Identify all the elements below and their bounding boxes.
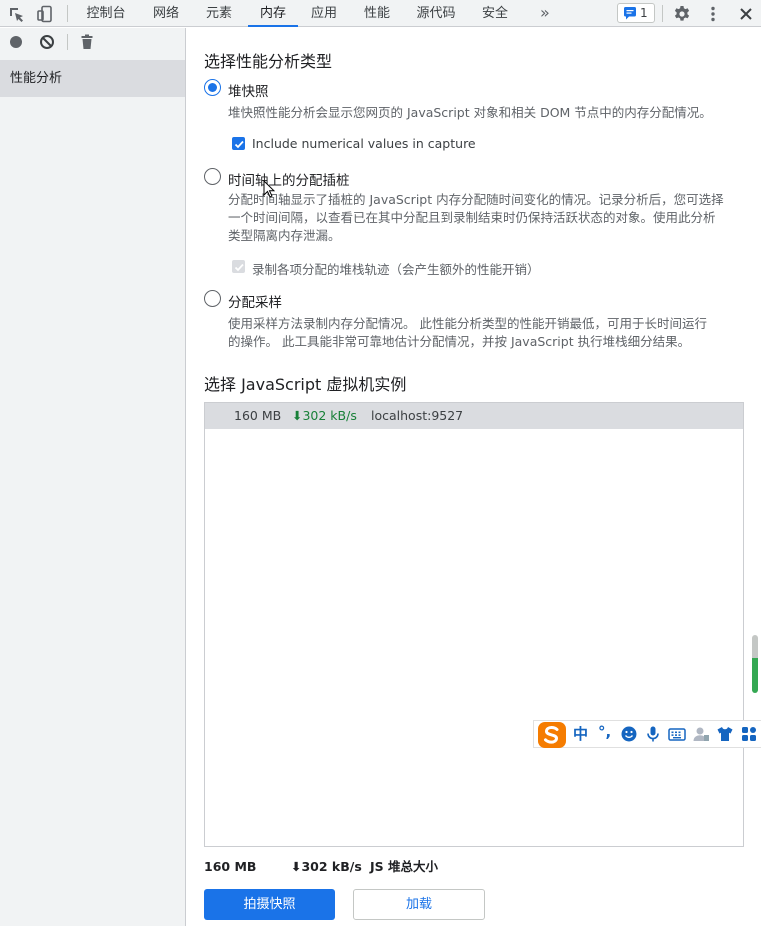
issues-counter-button[interactable]: 1 (617, 3, 655, 23)
tab-elements[interactable]: 元素 (203, 0, 235, 27)
emoji-icon[interactable] (620, 725, 638, 743)
issue-message-icon (623, 6, 637, 24)
vm-target-name: localhost:9527 (371, 408, 464, 423)
total-heap-label: JS 堆总大小 (370, 859, 439, 874)
allocation-instrumentation-label: 时间轴上的分配插桩 (228, 173, 350, 189)
heap-total-stats: 160 MB ⬇302 kB/s JS 堆总大小 (187, 856, 761, 878)
sidebar-toolbar (0, 28, 185, 56)
skin-shirt-icon[interactable] (716, 725, 734, 743)
tab-performance[interactable]: 性能 (361, 0, 393, 27)
toolbar-divider (67, 5, 68, 22)
allocation-instrumentation-description: 分配时间轴显示了插桩的 JavaScript 内存分配随时间变化的情况。记录分析… (228, 191, 748, 245)
description-line: 的操作。 此工具能非常可靠地估计分配情况，并按 JavaScript 执行堆栈细… (228, 334, 691, 349)
include-numerical-values-checkbox[interactable] (232, 137, 245, 150)
toolbar-divider (67, 34, 68, 50)
total-heap-rate: ⬇302 kB/s (291, 859, 362, 874)
settings-gear-icon[interactable] (672, 4, 692, 24)
record-stack-traces-label: 录制各项分配的堆栈轨迹（会产生额外的性能开销） (252, 262, 540, 277)
profiles-sidebar: 性能分析 (0, 28, 186, 926)
tab-sources[interactable]: 源代码 (414, 0, 458, 27)
allocation-sampling-description: 使用采样方法录制内存分配情况。 此性能分析类型的性能开销最低，可用于长时间运行 … (228, 315, 748, 351)
radio-allocation-instrumentation[interactable] (204, 168, 221, 185)
sogou-logo-icon[interactable] (536, 721, 568, 753)
tab-console[interactable]: 控制台 (84, 0, 128, 27)
toolbar-divider (662, 5, 663, 22)
ime-toolbar: 中 °, (533, 720, 761, 748)
vm-instance-heading: 选择 JavaScript 虚拟机实例 (204, 375, 407, 394)
total-heap-size: 160 MB (204, 859, 257, 874)
clear-all-profiles-icon[interactable] (38, 33, 56, 55)
description-line: 使用采样方法录制内存分配情况。 此性能分析类型的性能开销最低，可用于长时间运行 (228, 316, 707, 331)
voice-input-microphone-icon[interactable] (644, 725, 662, 743)
radio-heap-snapshot[interactable] (204, 79, 221, 96)
mouse-cursor-icon (263, 179, 276, 198)
heap-snapshot-description: 堆快照性能分析会显示您网页的 JavaScript 对象和相关 DOM 节点中的… (228, 105, 712, 120)
record-icon[interactable] (7, 33, 25, 55)
user-account-icon[interactable] (692, 725, 710, 743)
close-devtools-icon[interactable] (736, 4, 756, 24)
load-button[interactable]: 加载 (353, 889, 485, 920)
profile-type-heading: 选择性能分析类型 (204, 52, 333, 71)
collect-garbage-trash-icon[interactable] (78, 33, 96, 55)
vm-heap-size: 160 MB (234, 408, 282, 423)
vm-instance-row[interactable]: 160 MB ⬇302 kB/s localhost:9527 (205, 403, 743, 429)
take-snapshot-button[interactable]: 拍摄快照 (204, 889, 335, 920)
heap-snapshot-label: 堆快照 (228, 84, 269, 100)
device-toolbar-icon[interactable] (35, 4, 55, 24)
tab-memory[interactable]: 内存 (248, 0, 298, 27)
toolbox-grid-icon[interactable] (740, 725, 758, 743)
vm-heap-rate: ⬇302 kB/s (292, 408, 357, 423)
ime-punctuation-toggle[interactable]: °, (598, 722, 611, 742)
ime-language-toggle[interactable]: 中 (573, 724, 588, 744)
description-line: 分配时间轴显示了插桩的 JavaScript 内存分配随时间变化的情况。记录分析… (228, 192, 724, 207)
description-line: 类型隔离内存泄漏。 (228, 228, 341, 243)
radio-allocation-sampling[interactable] (204, 290, 221, 307)
vm-instance-list: 160 MB ⬇302 kB/s localhost:9527 (204, 402, 744, 847)
more-tabs-chevron-icon[interactable]: » (540, 3, 554, 23)
inspect-element-icon[interactable] (6, 4, 26, 24)
record-stack-traces-checkbox (232, 260, 245, 273)
issues-count: 1 (640, 6, 648, 20)
tab-security[interactable]: 安全 (479, 0, 511, 27)
memory-profile-launcher: 选择性能分析类型 堆快照 堆快照性能分析会显示您网页的 JavaScript 对… (187, 28, 761, 926)
allocation-sampling-label: 分配采样 (228, 295, 282, 311)
include-numerical-values-label: Include numerical values in capture (252, 136, 476, 151)
tab-network[interactable]: 网络 (150, 0, 182, 27)
sidebar-item-profiles[interactable]: 性能分析 (0, 60, 185, 97)
tab-application[interactable]: 应用 (308, 0, 340, 27)
devtools-tab-bar: 控制台 网络 元素 内存 应用 性能 源代码 安全 » 1 (0, 0, 761, 27)
soft-keyboard-icon[interactable] (668, 725, 686, 743)
description-line: 一个时间间隔，以查看已在其中分配且到录制结束时仍保持活跃状态的对象。使用此分析 (228, 210, 716, 225)
vertical-scrollbar-thumb[interactable] (752, 635, 758, 693)
more-options-icon[interactable] (703, 4, 723, 24)
